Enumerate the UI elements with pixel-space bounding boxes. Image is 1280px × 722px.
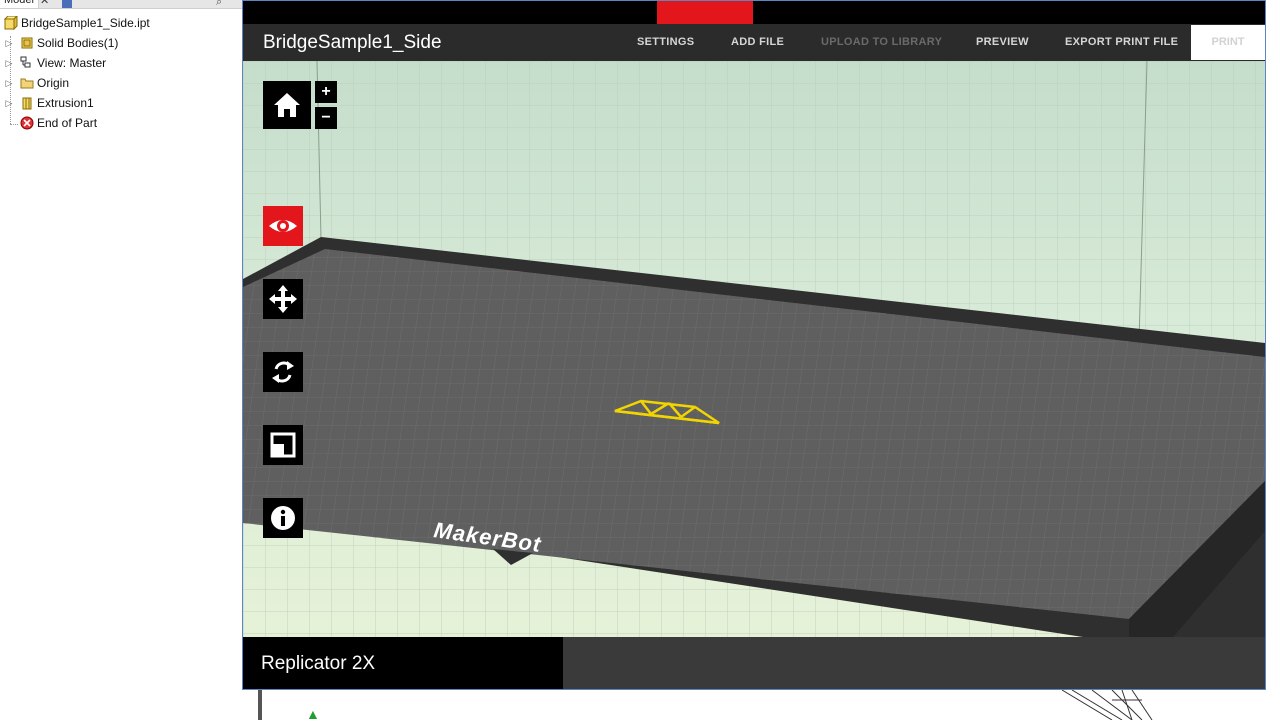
tree-item-label: View: Master: [37, 56, 107, 70]
chevron-right-icon[interactable]: ▷: [4, 94, 14, 112]
info-icon: [271, 506, 295, 530]
search-icon[interactable]: ⌕: [216, 0, 222, 8]
makerbot-footer: Replicator 2X: [243, 637, 1265, 689]
tree-item-label: Origin: [37, 76, 70, 90]
zoom-out-button[interactable]: −: [315, 107, 337, 129]
inventor-graphics-area: ▲: [242, 690, 1280, 722]
preview-button[interactable]: PREVIEW: [976, 24, 1029, 61]
export-print-file-button[interactable]: EXPORT PRINT FILE: [1065, 24, 1178, 61]
build-volume-scene[interactable]: MakerBot: [243, 61, 1265, 637]
model-browser-panel: Model ✕ ⌕ BridgeSample1_Side.ipt ▷ Solid…: [0, 0, 242, 720]
makerbot-window: BridgeSample1_Side SETTINGS ADD FILE UPL…: [242, 0, 1266, 690]
move-tool-button[interactable]: [263, 279, 303, 319]
scale-icon: [270, 432, 296, 458]
eye-icon: [269, 220, 297, 232]
folder-icon: [20, 78, 34, 89]
view-divider: [258, 690, 262, 720]
home-view-button[interactable]: [263, 81, 311, 129]
rotate-icon: [272, 361, 294, 383]
view-mode-button[interactable]: [263, 206, 303, 246]
home-icon: [274, 93, 300, 117]
tab-model[interactable]: Model: [0, 0, 39, 8]
print-button[interactable]: PRINT: [1191, 25, 1265, 60]
tree-item-label: BridgeSample1_Side.ipt: [21, 16, 150, 30]
tree-item-label: End of Part: [37, 116, 98, 130]
chevron-right-icon[interactable]: ▷: [4, 34, 14, 52]
end-of-part-icon: [20, 116, 34, 130]
tree-item-label: Solid Bodies(1): [37, 36, 119, 50]
chevron-right-icon[interactable]: ▷: [4, 54, 14, 72]
settings-button[interactable]: SETTINGS: [637, 24, 694, 61]
rotate-tool-button[interactable]: [263, 352, 303, 392]
project-title: BridgeSample1_Side: [263, 32, 442, 53]
move-arrows-icon: [269, 285, 297, 313]
tree-item-label: Extrusion1: [37, 96, 94, 110]
tree-connector: [10, 124, 18, 125]
chevron-right-icon[interactable]: ▷: [4, 74, 14, 92]
makerbot-header: BridgeSample1_Side SETTINGS ADD FILE UPL…: [243, 24, 1265, 61]
part-icon: [4, 16, 18, 30]
scale-tool-button[interactable]: [263, 425, 303, 465]
add-file-button[interactable]: ADD FILE: [731, 24, 784, 61]
build-plate-viewport[interactable]: MakerBot + −: [243, 61, 1265, 637]
extrusion-icon: [22, 97, 32, 110]
window-top-strip: [243, 1, 1265, 24]
solid-bodies-icon: [21, 37, 33, 49]
browser-tab-bar: Model ✕ ⌕: [0, 0, 242, 9]
zoom-in-button[interactable]: +: [315, 81, 337, 103]
view-icon: [20, 56, 31, 68]
model-wireframe-icon: [1061, 690, 1153, 720]
printer-selector[interactable]: Replicator 2X: [243, 637, 563, 689]
active-mode-tab[interactable]: [657, 1, 753, 24]
add-tab-icon[interactable]: [62, 0, 72, 8]
upload-to-library-button[interactable]: UPLOAD TO LIBRARY: [821, 24, 942, 61]
close-icon[interactable]: ✕: [40, 0, 49, 7]
object-info-button[interactable]: [263, 498, 303, 538]
